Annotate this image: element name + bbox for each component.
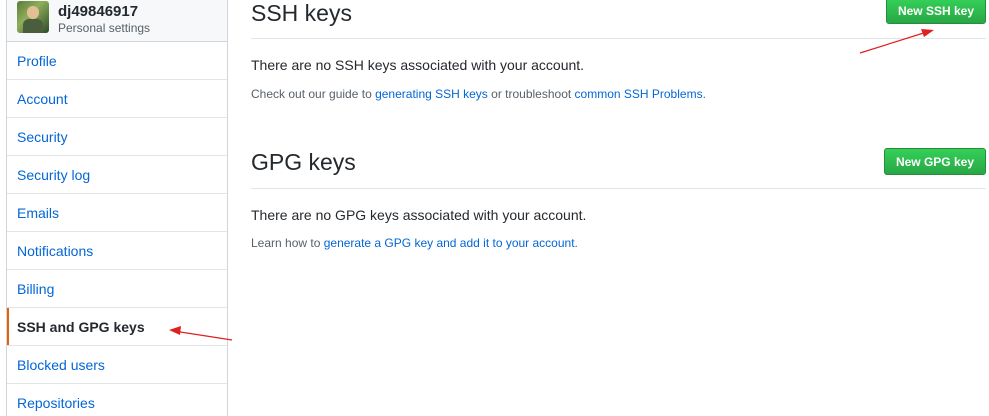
gpg-note-prefix: Learn how to <box>251 236 324 250</box>
sidebar-item-label: Blocked users <box>17 356 105 373</box>
ssh-empty-message: There are no SSH keys associated with yo… <box>251 57 585 73</box>
sidebar-item-account[interactable]: Account <box>7 80 227 118</box>
sidebar-item-label: Security <box>17 128 68 145</box>
username[interactable]: dj49846917 <box>58 3 138 20</box>
sidebar-header: dj49846917 Personal settings <box>7 0 227 42</box>
gpg-note-suffix: . <box>574 236 578 250</box>
gpg-help-note: Learn how to generate a GPG key and add … <box>251 236 578 250</box>
ssh-keys-title: SSH keys <box>251 0 352 26</box>
sidebar-item-notifications[interactable]: Notifications <box>7 232 227 270</box>
ssh-section-header: SSH keys New SSH key <box>251 0 986 39</box>
sidebar-item-security-log[interactable]: Security log <box>7 156 227 194</box>
sidebar-item-ssh-gpg-keys[interactable]: SSH and GPG keys <box>7 308 227 346</box>
sidebar-item-billing[interactable]: Billing <box>7 270 227 308</box>
sidebar-item-repositories[interactable]: Repositories <box>7 384 227 416</box>
gpg-keys-title: GPG keys <box>251 149 356 175</box>
sidebar-item-label: Emails <box>17 204 60 221</box>
personal-settings-label: Personal settings <box>58 21 151 35</box>
gpg-section-header: GPG keys New GPG key <box>251 146 986 189</box>
sidebar-item-label: Profile <box>17 52 57 69</box>
avatar-head-shape <box>27 6 39 19</box>
avatar-body-shape <box>23 19 43 33</box>
gpg-empty-message: There are no GPG keys associated with yo… <box>251 207 587 223</box>
settings-sidebar: dj49846917 Personal settings Profile Acc… <box>6 0 228 416</box>
generating-ssh-keys-link[interactable]: generating SSH keys <box>375 87 488 101</box>
main-content: SSH keys New SSH key There are no SSH ke… <box>251 0 986 416</box>
sidebar-item-label: SSH and GPG keys <box>17 318 145 335</box>
new-gpg-key-button[interactable]: New GPG key <box>883 148 986 175</box>
ssh-note-prefix: Check out our guide to <box>251 87 376 101</box>
sidebar-item-label: Billing <box>17 280 55 297</box>
sidebar-item-label: Account <box>17 90 68 107</box>
sidebar-item-label: Security log <box>17 166 91 183</box>
sidebar-item-blocked-users[interactable]: Blocked users <box>7 346 227 384</box>
sidebar-item-emails[interactable]: Emails <box>7 194 227 232</box>
sidebar-item-profile[interactable]: Profile <box>7 42 227 80</box>
sidebar-item-label: Notifications <box>17 242 94 259</box>
ssh-note-middle: or troubleshoot <box>487 87 575 101</box>
sidebar-item-label: Repositories <box>17 394 95 411</box>
ssh-help-note: Check out our guide to generating SSH ke… <box>251 87 706 101</box>
generate-gpg-key-link[interactable]: generate a GPG key and add it to your ac… <box>324 236 575 250</box>
sidebar-item-security[interactable]: Security <box>7 118 227 156</box>
common-ssh-problems-link[interactable]: common SSH Problems <box>575 87 703 101</box>
new-ssh-key-button[interactable]: New SSH key <box>885 0 986 24</box>
avatar[interactable] <box>17 1 49 33</box>
ssh-note-suffix: . <box>702 87 706 101</box>
